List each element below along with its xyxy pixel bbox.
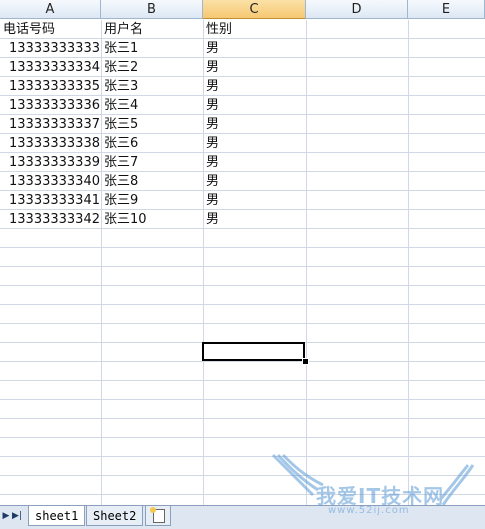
cell-phone[interactable]: 13333333338 [3,134,100,153]
cell-username[interactable]: 张三1 [104,39,202,58]
cell-gender[interactable]: 男 [206,191,305,210]
fill-handle[interactable] [302,358,309,365]
gridline [0,494,485,495]
cell-phone[interactable]: 13333333333 [3,39,100,58]
cell-gender[interactable]: 男 [206,96,305,115]
cell-username[interactable]: 张三7 [104,153,202,172]
gridline [0,475,485,476]
cell-username[interactable]: 张三5 [104,115,202,134]
cell-username[interactable]: 张三6 [104,134,202,153]
gridline [0,418,485,419]
cell-username[interactable]: 用户名 [104,20,202,39]
insert-sheet-icon [150,507,165,523]
cell-phone[interactable]: 13333333339 [3,153,100,172]
gridline [306,20,307,505]
active-cell-selection[interactable] [202,342,305,361]
cell-username[interactable]: 张三8 [104,172,202,191]
gridline [0,285,485,286]
gridline [0,456,485,457]
column-header-d[interactable]: D [306,0,408,19]
scroll-tabs-next-icon[interactable]: ▶ [1,509,11,523]
sheet-tab-bar: ▶ ▶| sheet1 Sheet2 [0,505,485,529]
cell-gender[interactable]: 男 [206,77,305,96]
cell-username[interactable]: 张三4 [104,96,202,115]
gridline [101,20,102,505]
cell-username[interactable]: 张三3 [104,77,202,96]
scroll-tabs-last-icon[interactable]: ▶| [12,509,22,523]
gridline [408,20,409,505]
cell-gender[interactable]: 男 [206,134,305,153]
insert-sheet-button[interactable] [145,506,171,526]
gridline [0,247,485,248]
column-header-e[interactable]: E [408,0,485,19]
gridline [0,380,485,381]
column-header-bar: A B C D E [0,0,485,20]
cell-phone[interactable]: 13333333336 [3,96,100,115]
cell-grid[interactable]: 电话号码 用户名 性别 13333333333 张三1 男 13333333334 张三2 男 1… [0,20,485,505]
cell-username[interactable]: 张三2 [104,58,202,77]
cell-gender[interactable]: 男 [206,115,305,134]
cell-gender[interactable]: 性别 [206,20,305,39]
gridline [0,266,485,267]
cell-username[interactable]: 张三10 [104,210,202,229]
cell-gender[interactable]: 男 [206,39,305,58]
cell-phone[interactable]: 电话号码 [3,20,100,39]
cell-username[interactable]: 张三9 [104,191,202,210]
gridline [0,399,485,400]
sheet-tab-sheet1[interactable]: sheet1 [28,506,86,526]
cell-phone[interactable]: 13333333341 [3,191,100,210]
gridline [0,323,485,324]
cell-phone[interactable]: 13333333342 [3,210,100,229]
cell-gender[interactable]: 男 [206,210,305,229]
sheet-tab-sheet2[interactable]: Sheet2 [86,506,144,526]
gridline [203,20,204,505]
cell-phone[interactable]: 13333333335 [3,77,100,96]
cell-gender[interactable]: 男 [206,172,305,191]
cell-phone[interactable]: 13333333334 [3,58,100,77]
cell-gender[interactable]: 男 [206,58,305,77]
gridline [0,304,485,305]
spreadsheet-area[interactable]: A B C D E 电话号码 用户名 性别 13333333333 张三1 男 133333… [0,0,485,505]
gridline [0,437,485,438]
gridline [0,361,485,362]
cell-gender[interactable]: 男 [206,153,305,172]
column-header-a[interactable]: A [0,0,101,19]
cell-phone[interactable]: 13333333337 [3,115,100,134]
column-header-b[interactable]: B [101,0,203,19]
column-header-c[interactable]: C [203,0,306,19]
cell-phone[interactable]: 13333333340 [3,172,100,191]
